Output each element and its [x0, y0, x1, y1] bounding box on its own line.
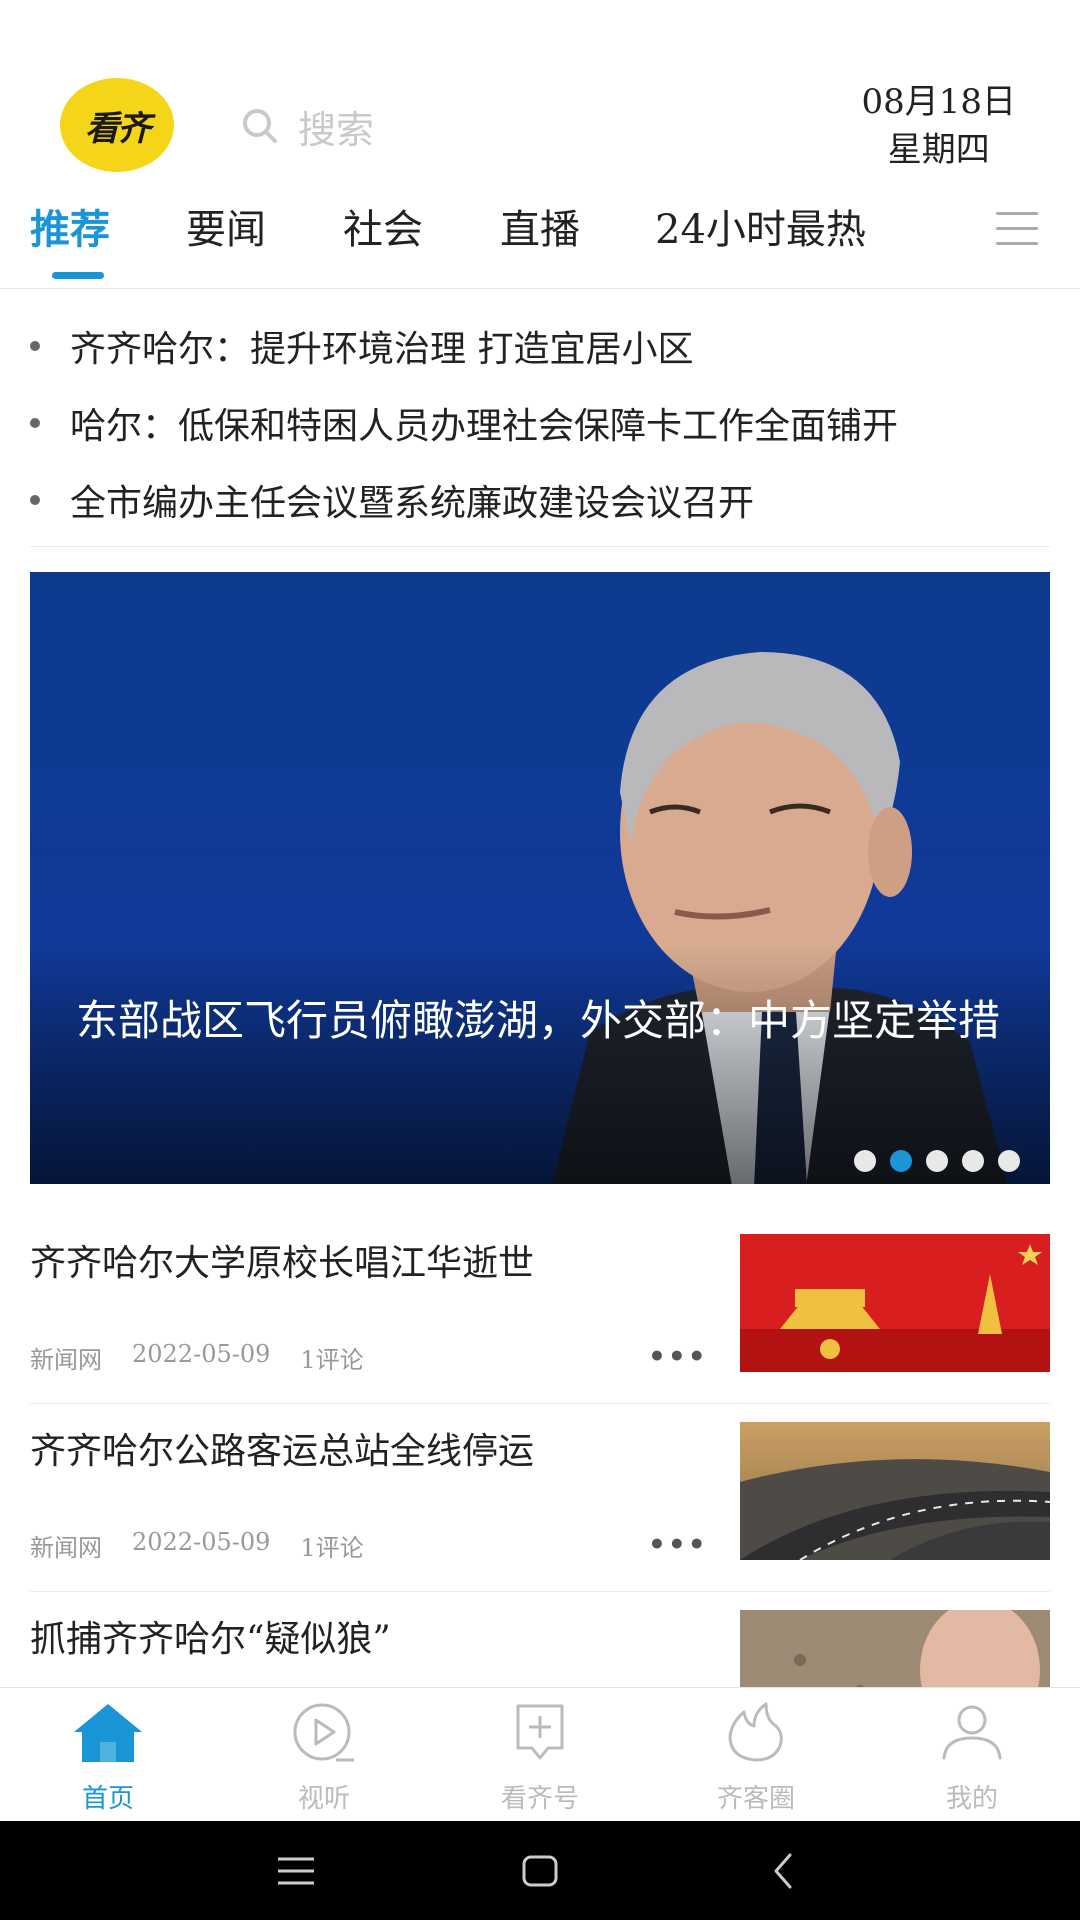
news-title: 齐齐哈尔公路客运总站全线停运: [30, 1431, 535, 1472]
news-date: 2022-05-09: [132, 1528, 271, 1556]
nav-label: 我的: [945, 1784, 998, 1814]
banner-shade: [30, 944, 1050, 1184]
tab-news[interactable]: 要闻: [186, 200, 266, 260]
app-logo: 看齐: [60, 78, 174, 172]
news-thumbnail: [740, 1610, 1050, 1687]
carousel-dot[interactable]: [962, 1150, 984, 1172]
headline-item[interactable]: 哈尔：低保和特困人员办理社会保障卡工作全面铺开: [30, 393, 1050, 453]
carousel-dot-active[interactable]: [890, 1150, 912, 1172]
system-navigation-bar: [0, 1821, 1080, 1920]
carousel-dot[interactable]: [998, 1150, 1020, 1172]
news-thumbnail: [740, 1234, 1050, 1372]
home-button-icon[interactable]: [520, 1851, 560, 1891]
nav-kanqi-account[interactable]: 看齐号: [432, 1688, 648, 1822]
more-options-icon[interactable]: •••: [648, 1340, 708, 1373]
flame-icon: [728, 1702, 783, 1762]
news-item[interactable]: 齐齐哈尔大学原校长唱江华逝世 新闻网 2022-05-09 1评论 •••: [30, 1214, 1050, 1404]
news-title: 齐齐哈尔大学原校长唱江华逝世: [30, 1243, 535, 1284]
logo-text: 看齐: [85, 108, 151, 149]
carousel-indicator: [840, 1150, 1020, 1172]
bullet: [30, 495, 40, 505]
active-tab-indicator: [52, 272, 104, 279]
headline-text: 哈尔：低保和特困人员办理社会保障卡工作全面铺开: [70, 406, 899, 447]
headline-text: 全市编办主任会议暨系统廉政建设会议召开: [70, 483, 755, 524]
nav-label: 看齐号: [500, 1784, 579, 1814]
recent-apps-icon[interactable]: [276, 1851, 316, 1891]
back-icon[interactable]: [764, 1851, 804, 1891]
nav-label: 视听: [297, 1784, 350, 1814]
user-icon: [942, 1705, 1002, 1760]
news-meta: 新闻网 2022-05-09 1评论: [30, 1528, 364, 1563]
tabs-divider: [0, 288, 1080, 289]
carousel-dot[interactable]: [854, 1150, 876, 1172]
nav-audio-video[interactable]: 视听: [216, 1688, 432, 1822]
tab-society[interactable]: 社会: [343, 200, 423, 260]
play-icon: [293, 1703, 354, 1762]
headline-item[interactable]: 齐齐哈尔：提升环境治理 打造宜居小区: [30, 316, 1050, 376]
tab-recommend[interactable]: 推荐: [30, 200, 110, 260]
news-comments: 1评论: [300, 1346, 364, 1374]
nav-home[interactable]: 首页: [0, 1688, 216, 1822]
carousel-dot[interactable]: [926, 1150, 948, 1172]
nav-qike-circle[interactable]: 齐客圈: [648, 1688, 864, 1822]
category-tabs: 推荐 要闻 社会 直播 24小时最热: [0, 200, 1080, 288]
add-square-icon: [516, 1704, 564, 1760]
tab-24h-hot[interactable]: 24小时最热: [655, 200, 866, 260]
more-options-icon[interactable]: •••: [648, 1528, 708, 1561]
news-date: 2022-05-09: [132, 1340, 271, 1368]
date-text: 08月18日: [861, 82, 1016, 122]
featured-banner[interactable]: 东部战区飞行员俯瞰澎湖，外交部：中方坚定举措: [30, 572, 1050, 1184]
search-icon: [243, 109, 277, 143]
tab-live[interactable]: 直播: [500, 200, 580, 260]
headlines-divider: [30, 546, 1050, 547]
news-thumbnail: [740, 1422, 1050, 1560]
nav-label: 首页: [81, 1784, 134, 1814]
news-item[interactable]: 抓捕齐齐哈尔“疑似狼”: [30, 1590, 1050, 1687]
news-comments: 1评论: [300, 1534, 364, 1562]
nav-mine[interactable]: 我的: [864, 1688, 1080, 1822]
bullet: [30, 341, 40, 351]
bottom-navigation: 首页 视听 看齐号 齐客圈 我的: [0, 1687, 1080, 1822]
date-display: 08月18日 星期四: [861, 78, 1016, 174]
search-bar[interactable]: 搜索: [240, 96, 540, 156]
menu-icon[interactable]: [996, 212, 1038, 246]
headline-item[interactable]: 全市编办主任会议暨系统廉政建设会议召开: [30, 470, 1050, 530]
search-placeholder: 搜索: [298, 107, 375, 152]
banner-caption: 东部战区飞行员俯瞰澎湖，外交部：中方坚定举措: [76, 996, 1001, 1045]
news-title: 抓捕齐齐哈尔“疑似狼”: [30, 1619, 391, 1660]
news-meta: 新闻网 2022-05-09 1评论: [30, 1340, 364, 1375]
news-item[interactable]: 齐齐哈尔公路客运总站全线停运 新闻网 2022-05-09 1评论 •••: [30, 1402, 1050, 1592]
home-icon: [74, 1704, 142, 1762]
headline-text: 齐齐哈尔：提升环境治理 打造宜居小区: [70, 329, 694, 370]
news-source: 新闻网: [30, 1346, 102, 1374]
news-source: 新闻网: [30, 1534, 102, 1562]
nav-label: 齐客圈: [716, 1784, 795, 1814]
weekday-text: 星期四: [887, 130, 990, 170]
bullet: [30, 418, 40, 428]
